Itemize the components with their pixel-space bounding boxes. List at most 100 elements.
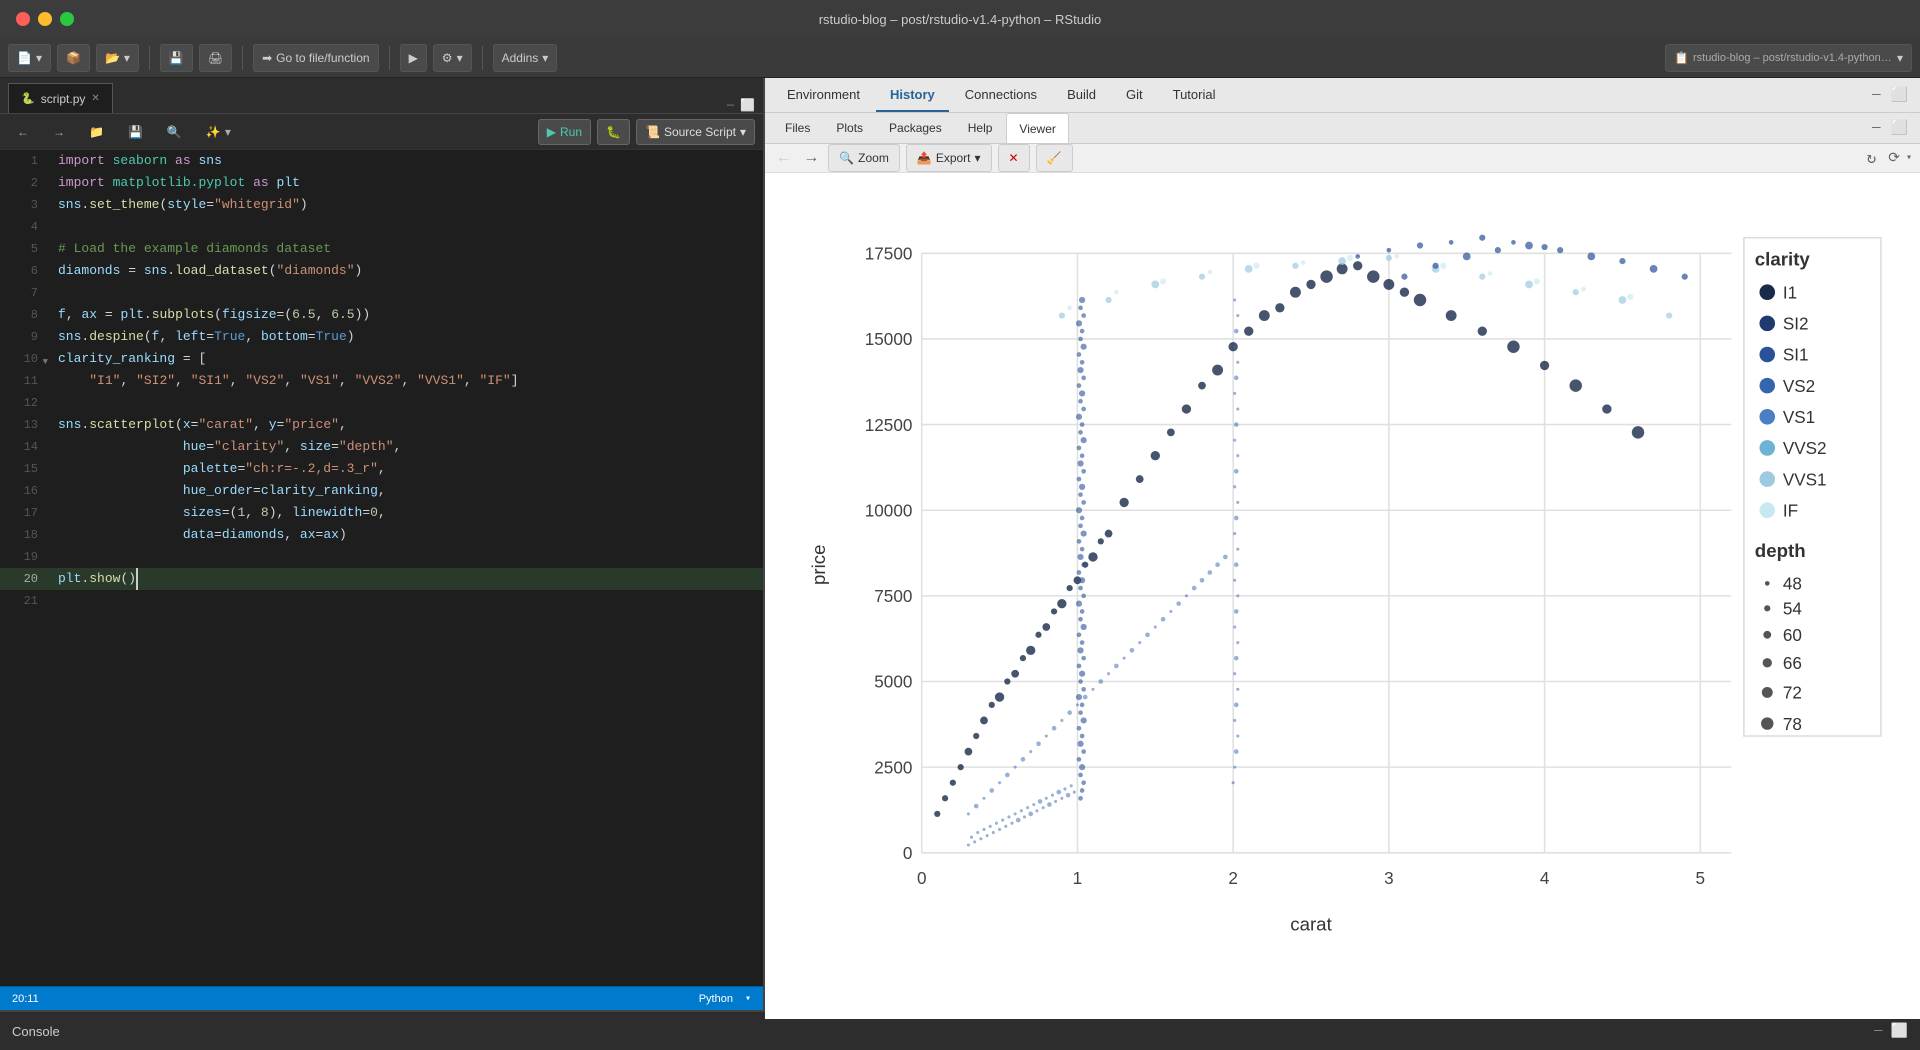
- table-row: 9 sns.despine(f, left=True, bottom=True): [0, 326, 763, 348]
- tab-help[interactable]: Help: [956, 113, 1005, 143]
- back-nav-icon[interactable]: ←: [773, 145, 795, 171]
- addins-button[interactable]: Addins ▾: [493, 44, 558, 72]
- minimize-button[interactable]: [38, 12, 52, 26]
- line-number: 3: [0, 194, 50, 216]
- table-row: 13 sns.scatterplot(x="carat", y="price",: [0, 414, 763, 436]
- tab-plots[interactable]: Plots: [824, 113, 875, 143]
- zoom-label: Zoom: [858, 151, 889, 165]
- language-dropdown-icon[interactable]: ▾: [745, 993, 751, 1005]
- svg-text:VVS1: VVS1: [1783, 471, 1827, 490]
- new-file-icon: 📄: [17, 51, 32, 65]
- svg-text:54: 54: [1783, 600, 1803, 619]
- save-button[interactable]: 💾: [160, 44, 193, 72]
- debug-button[interactable]: 🐛: [597, 119, 630, 145]
- sync-icon[interactable]: ⟳: [1888, 150, 1900, 167]
- zoom-button[interactable]: 🔍 Zoom: [828, 144, 900, 172]
- code-line-content: hue_order=clarity_ranking,: [50, 480, 763, 502]
- addins-label: Addins: [502, 51, 539, 65]
- tab-packages[interactable]: Packages: [877, 113, 954, 143]
- refresh-icon[interactable]: ↻: [1867, 148, 1877, 168]
- project-icon: 📋: [1674, 51, 1689, 65]
- go-to-file-label: Go to file/function: [276, 51, 369, 65]
- broom-button[interactable]: 🧹: [1036, 144, 1073, 172]
- code-line-content: import seaborn as sns: [50, 150, 763, 172]
- line-number: 14: [0, 436, 50, 458]
- line-number: 21: [0, 590, 50, 612]
- project-button[interactable]: 📋 rstudio-blog – post/rstudio-v1.4-pytho…: [1665, 44, 1912, 72]
- expand-editor-icon[interactable]: ⬜: [740, 98, 755, 113]
- close-button[interactable]: [16, 12, 30, 26]
- minimize-panel-icon[interactable]: —: [1868, 83, 1884, 107]
- new-project-button[interactable]: 📦: [57, 44, 90, 72]
- line-number: 16: [0, 480, 50, 502]
- editor-tabs: 🐍 script.py ✕ — ⬜: [0, 78, 763, 114]
- code-tools-button[interactable]: ✨ ▾: [197, 119, 240, 145]
- script-tab[interactable]: 🐍 script.py ✕: [8, 83, 113, 113]
- table-row: 12: [0, 392, 763, 414]
- editor-toolbar: ← → 📁 💾 🔍 ✨ ▾ ▶ Run: [0, 114, 763, 150]
- settings-button[interactable]: ⚙ ▾: [433, 44, 472, 72]
- run-all-icon: ▶: [409, 51, 418, 65]
- collapse-editor-icon[interactable]: —: [727, 98, 734, 113]
- tab-connections[interactable]: Connections: [951, 78, 1051, 112]
- run-all-button[interactable]: ▶: [400, 44, 427, 72]
- print-button[interactable]: 🖨: [199, 44, 232, 72]
- svg-text:IF: IF: [1783, 502, 1798, 521]
- show-in-files-button[interactable]: 📁: [80, 119, 113, 145]
- maximize-button[interactable]: [60, 12, 74, 26]
- code-line-content: f, ax = plt.subplots(figsize=(6.5, 6.5)): [50, 304, 763, 326]
- tab-git[interactable]: Git: [1112, 78, 1157, 112]
- project-label: rstudio-blog – post/rstudio-v1.4-python …: [1693, 52, 1893, 64]
- maximize-console-icon[interactable]: ⬜: [1891, 1023, 1908, 1040]
- code-area[interactable]: 1 import seaborn as sns 2 import matplot…: [0, 150, 763, 986]
- tab-viewer[interactable]: Viewer: [1006, 113, 1068, 143]
- back-button[interactable]: ←: [8, 119, 38, 145]
- tab-files[interactable]: Files: [773, 113, 822, 143]
- line-number: 2: [0, 172, 50, 194]
- svg-text:17500: 17500: [865, 245, 913, 264]
- table-row: 2 import matplotlib.pyplot as plt: [0, 172, 763, 194]
- find-button[interactable]: 🔍: [158, 119, 191, 145]
- delete-plot-icon: ✕: [1009, 151, 1019, 165]
- code-line-content: clarity_ranking = [: [50, 348, 763, 370]
- save-editor-button[interactable]: 💾: [119, 119, 152, 145]
- code-line-content: "I1", "SI2", "SI1", "VS2", "VS1", "VVS2"…: [50, 370, 763, 392]
- python-file-icon: 🐍: [21, 92, 35, 105]
- code-line-content: data=diamonds, ax=ax): [50, 524, 763, 546]
- code-line-content: sns.scatterplot(x="carat", y="price",: [50, 414, 763, 436]
- titlebar: rstudio-blog – post/rstudio-v1.4-python …: [0, 0, 1920, 38]
- line-number: 5: [0, 238, 50, 260]
- code-line-content: # Load the example diamonds dataset: [50, 238, 763, 260]
- maximize-viewer-icon[interactable]: ⬜: [1887, 116, 1912, 141]
- run-button[interactable]: ▶ Run: [538, 119, 591, 145]
- minimize-viewer-icon[interactable]: —: [1868, 116, 1884, 140]
- viewer-tabs: Files Plots Packages Help Viewer — ⬜: [765, 113, 1920, 144]
- go-to-file-button[interactable]: ➡ Go to file/function: [253, 44, 378, 72]
- tab-close-icon[interactable]: ✕: [91, 93, 99, 104]
- export-label: Export: [936, 151, 971, 165]
- export-button[interactable]: 📤 Export ▾: [906, 144, 992, 172]
- open-file-button[interactable]: 📂 ▾: [96, 44, 139, 72]
- line-number: 7: [0, 282, 50, 304]
- maximize-panel-icon[interactable]: ⬜: [1887, 83, 1912, 108]
- new-file-button[interactable]: 📄 ▾: [8, 44, 51, 72]
- svg-text:clarity: clarity: [1755, 249, 1811, 270]
- find-icon: 🔍: [167, 125, 182, 139]
- open-file-arrow: ▾: [124, 51, 130, 65]
- forward-nav-icon[interactable]: →: [801, 145, 823, 171]
- line-number: 9: [0, 326, 50, 348]
- minimize-console-icon[interactable]: —: [1874, 1023, 1882, 1040]
- svg-text:SI1: SI1: [1783, 346, 1809, 365]
- main-toolbar: 📄 ▾ 📦 📂 ▾ 💾 🖨 ➡ Go to file/function ▶ ⚙ …: [0, 38, 1920, 78]
- source-script-button[interactable]: 📜 Source Script ▾: [636, 119, 755, 145]
- svg-text:66: 66: [1783, 654, 1802, 673]
- tab-tutorial[interactable]: Tutorial: [1159, 78, 1230, 112]
- forward-button[interactable]: →: [44, 119, 74, 145]
- tab-environment[interactable]: Environment: [773, 78, 874, 112]
- delete-plot-button[interactable]: ✕: [998, 144, 1030, 172]
- scatter-plot: 17500 15000 12500 10000 7500 5000 2500 0…: [786, 191, 1898, 1001]
- settings-icon: ⚙: [442, 51, 453, 65]
- tab-build[interactable]: Build: [1053, 78, 1110, 112]
- line-number: 17: [0, 502, 50, 524]
- tab-history[interactable]: History: [876, 78, 949, 112]
